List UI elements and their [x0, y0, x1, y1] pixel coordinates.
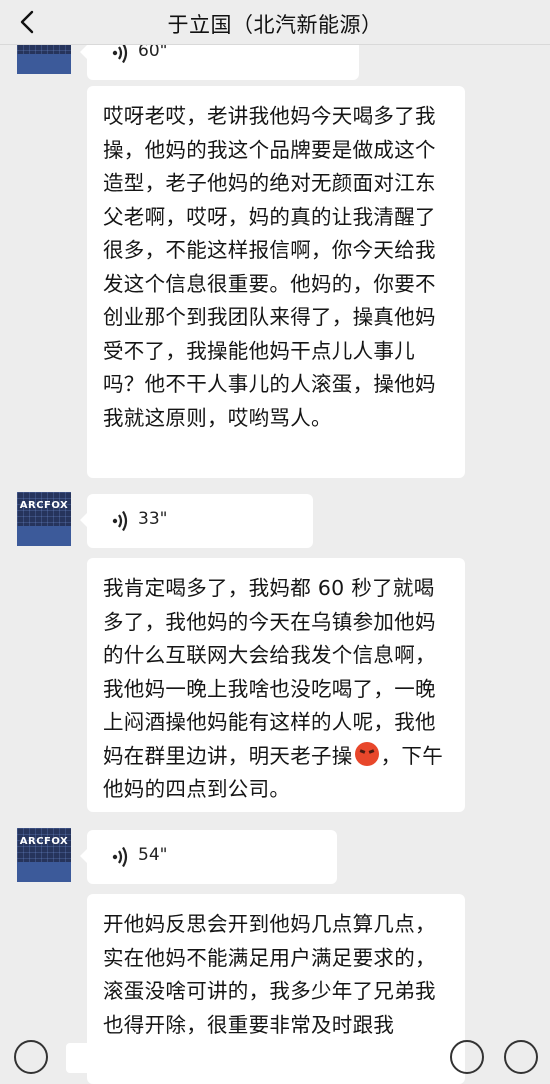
chat-header: 于立国（北汽新能源） [0, 0, 550, 45]
chat-title: 于立国（北汽新能源） [167, 13, 383, 37]
voice-wave-icon [112, 846, 128, 868]
avatar[interactable]: ARCFOX [17, 492, 71, 546]
avatar[interactable]: ARCFOX [17, 828, 71, 882]
voice-wave-icon [112, 510, 128, 532]
message-text: 我肯定喝多了，我妈都 60 秒了就喝多了，我他妈的今天在乌镇参加他妈的什么互联网… [103, 576, 436, 768]
angry-face-icon [354, 741, 379, 766]
plus-icon[interactable] [504, 1040, 538, 1074]
chat-area[interactable]: 60" 哎呀老哎，老讲我他妈今天喝多了我操，他妈的我这个品牌要是做成这个造型，老… [0, 0, 550, 1084]
message-input[interactable] [66, 1043, 428, 1073]
voice-toggle-icon[interactable] [14, 1040, 48, 1074]
voice-duration: 33" [138, 509, 168, 529]
voice-wave-icon [112, 42, 128, 64]
message-text: 开他妈反思会开到他妈几点算几点，实在他妈不能满足用户满足要求的，滚蛋没啥可讲的，… [103, 912, 436, 1037]
voice-message[interactable]: 33" [80, 494, 313, 548]
input-bar [0, 1040, 550, 1074]
voice-message[interactable]: 54" [80, 830, 337, 884]
arcfox-logo: ARCFOX [19, 836, 69, 847]
message-text: 哎呀老哎，老讲我他妈今天喝多了我操，他妈的我这个品牌要是做成这个造型，老子他妈的… [103, 104, 436, 430]
arcfox-logo: ARCFOX [19, 500, 69, 511]
text-message[interactable]: 哎呀老哎，老讲我他妈今天喝多了我操，他妈的我这个品牌要是做成这个造型，老子他妈的… [87, 86, 465, 478]
voice-duration: 54" [138, 845, 168, 865]
emoji-icon[interactable] [450, 1040, 484, 1074]
text-message[interactable]: 我肯定喝多了，我妈都 60 秒了就喝多了，我他妈的今天在乌镇参加他妈的什么互联网… [87, 558, 465, 812]
